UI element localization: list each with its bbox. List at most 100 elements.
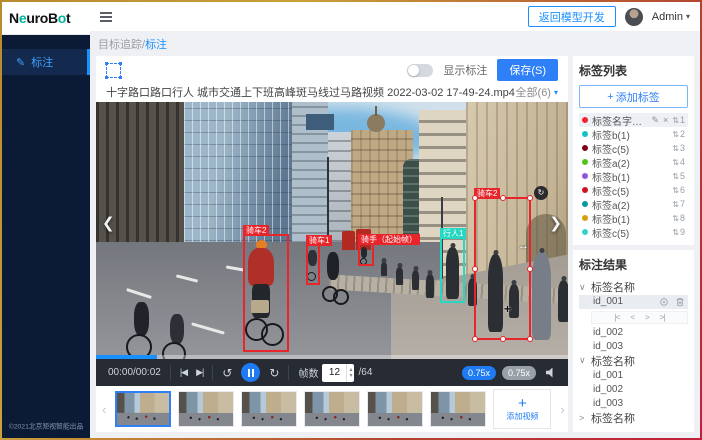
spinner-down-icon[interactable]: ▾: [347, 373, 354, 379]
filmstrip-next-icon[interactable]: ›: [558, 402, 566, 417]
result-item-selected[interactable]: id_001: [579, 295, 688, 309]
bounding-box-tool-icon[interactable]: [106, 63, 121, 78]
shortcut-number: 1: [680, 115, 685, 125]
result-item[interactable]: id_003: [579, 339, 688, 353]
filmstrip: ‹ + 添加视频 ›: [96, 386, 568, 432]
scene-cyclist-foreground: [170, 314, 184, 344]
video-progress-track[interactable]: [96, 355, 568, 359]
bbox-label: 骑车2: [243, 225, 269, 236]
pager-next-icon[interactable]: >: [645, 313, 649, 322]
annotation-results-panel: 标注结果 ∨ 标签名称 id_001: [573, 250, 694, 432]
username-label: Admin: [652, 11, 683, 23]
user-menu[interactable]: Admin ▾: [652, 11, 690, 23]
video-title: 十字路口路口行人 城市交通上下班高峰斑马线过马路视频 2022-03-02 17…: [106, 84, 516, 100]
logo-gear-e-icon: e: [19, 10, 27, 26]
label-row[interactable]: 标签b(1) ⇅2: [579, 127, 688, 141]
pencil-icon: ✎: [16, 56, 25, 69]
label-row[interactable]: 标签c(5) ⇅9: [579, 225, 688, 239]
label-name: 标签b(1): [592, 169, 668, 184]
resize-handle[interactable]: [472, 195, 478, 201]
add-label-button[interactable]: + 添加标签: [579, 85, 688, 108]
shortcut-icon: ⇅: [672, 144, 679, 153]
video-thumbnail[interactable]: [241, 391, 297, 427]
result-item[interactable]: id_003: [579, 396, 688, 410]
label-color-dot: [582, 187, 588, 193]
video-thumbnail[interactable]: [178, 391, 234, 427]
volume-icon[interactable]: [546, 368, 556, 378]
top-bar: 返回模型开发 Admin ▾: [90, 2, 700, 32]
resize-handle[interactable]: [500, 336, 506, 342]
scene-pedestrian-vest: [532, 252, 551, 340]
label-row[interactable]: 标签c(5) ⇅6: [579, 183, 688, 197]
breadcrumb-parent[interactable]: 目标追踪: [98, 39, 142, 51]
video-thumbnail-selected[interactable]: [115, 391, 171, 427]
label-name: 标签a(2): [592, 197, 668, 212]
avatar[interactable]: [625, 8, 643, 26]
video-canvas[interactable]: 骑车2 骑车1 骑手（起始帧） 行人1 骑车2: [96, 102, 568, 359]
label-row[interactable]: 标签b(1) ⇅8: [579, 211, 688, 225]
edit-label-icon[interactable]: ✎: [651, 115, 659, 126]
show-annotation-toggle[interactable]: [407, 64, 433, 77]
result-group-collapsed[interactable]: > 标签名称: [579, 410, 688, 426]
resize-handle[interactable]: [527, 336, 533, 342]
resize-handle[interactable]: [500, 195, 506, 201]
bbox-selected[interactable]: 骑车2: [474, 197, 531, 340]
back-to-model-dev-button[interactable]: 返回模型开发: [528, 6, 616, 27]
label-row[interactable]: 标签a(2) ⇅4: [579, 155, 688, 169]
label-row[interactable]: 标签名字最长数... ✎ × ⇅1: [579, 113, 688, 127]
video-thumbnail[interactable]: [367, 391, 423, 427]
logo-gear-o-icon: o: [58, 10, 66, 26]
replay-10-button[interactable]: ↺: [222, 366, 232, 380]
label-row[interactable]: 标签c(5) ⇅3: [579, 141, 688, 155]
result-group[interactable]: ∨ 标签名称: [579, 279, 688, 295]
frame-counter-group: 帧数 12 ▴ ▾ /64: [298, 364, 372, 382]
delete-label-icon[interactable]: ×: [663, 115, 668, 125]
result-item[interactable]: id_002: [579, 383, 688, 397]
result-item[interactable]: id_001: [579, 369, 688, 383]
bbox-rider2[interactable]: 骑车2: [243, 234, 289, 352]
result-id: id_001: [593, 370, 623, 381]
result-item[interactable]: id_002: [579, 326, 688, 340]
resize-handle[interactable]: [527, 195, 533, 201]
label-list-panel: 标签列表 + 添加标签 标签名字最长数... ✎ × ⇅1: [573, 56, 694, 245]
next-video-arrow[interactable]: ❯: [549, 214, 562, 232]
bbox-rider-startframe[interactable]: 骑手（起始帧）: [358, 243, 374, 266]
speed-pill-active[interactable]: 0.75x: [462, 366, 496, 380]
label-name: 标签b(1): [592, 127, 668, 142]
label-list-title: 标签列表: [579, 62, 688, 79]
bbox-pedestrian1[interactable]: 行人1: [440, 237, 465, 303]
collapse-menu-icon[interactable]: [100, 12, 112, 14]
label-name: 标签a(2): [592, 155, 668, 170]
locate-icon[interactable]: [659, 297, 669, 307]
next-frame-button[interactable]: ▶|: [196, 367, 203, 378]
shortcut-icon: ⇅: [672, 130, 679, 139]
filter-dropdown[interactable]: 全部(6) ▾: [516, 84, 558, 100]
sidebar-item-annotate[interactable]: ✎ 标注: [2, 49, 90, 75]
video-thumbnail[interactable]: [304, 391, 360, 427]
pager-last-icon[interactable]: >|: [660, 313, 665, 322]
video-thumbnail[interactable]: [430, 391, 486, 427]
pager-first-icon[interactable]: |<: [615, 313, 620, 322]
resize-handle[interactable]: [472, 336, 478, 342]
add-video-button[interactable]: + 添加视频: [493, 389, 551, 429]
speed-pill[interactable]: 0.75x: [502, 366, 536, 380]
label-color-dot: [582, 215, 588, 221]
pause-button[interactable]: [241, 363, 260, 382]
resize-handle[interactable]: [527, 266, 533, 272]
label-name: 标签c(5): [592, 183, 668, 198]
box-rotate-button[interactable]: ↻: [534, 186, 548, 200]
trash-icon[interactable]: [675, 297, 685, 307]
forward-10-button[interactable]: ↻: [269, 366, 279, 380]
prev-video-arrow[interactable]: ❮: [102, 214, 115, 232]
pager-prev-icon[interactable]: <: [630, 313, 634, 322]
filmstrip-prev-icon[interactable]: ‹: [100, 402, 108, 417]
bbox-rider1[interactable]: 骑车1: [306, 244, 320, 285]
frame-number-input[interactable]: 12 ▴ ▾: [322, 364, 354, 382]
resize-cursor-icon: ↔: [518, 240, 529, 252]
label-row[interactable]: 标签a(2) ⇅7: [579, 197, 688, 211]
resize-handle[interactable]: [472, 266, 478, 272]
prev-frame-button[interactable]: |◀: [180, 367, 187, 378]
save-button[interactable]: 保存(S): [497, 59, 558, 81]
result-group[interactable]: ∨ 标签名称: [579, 353, 688, 369]
label-row[interactable]: 标签b(1) ⇅5: [579, 169, 688, 183]
